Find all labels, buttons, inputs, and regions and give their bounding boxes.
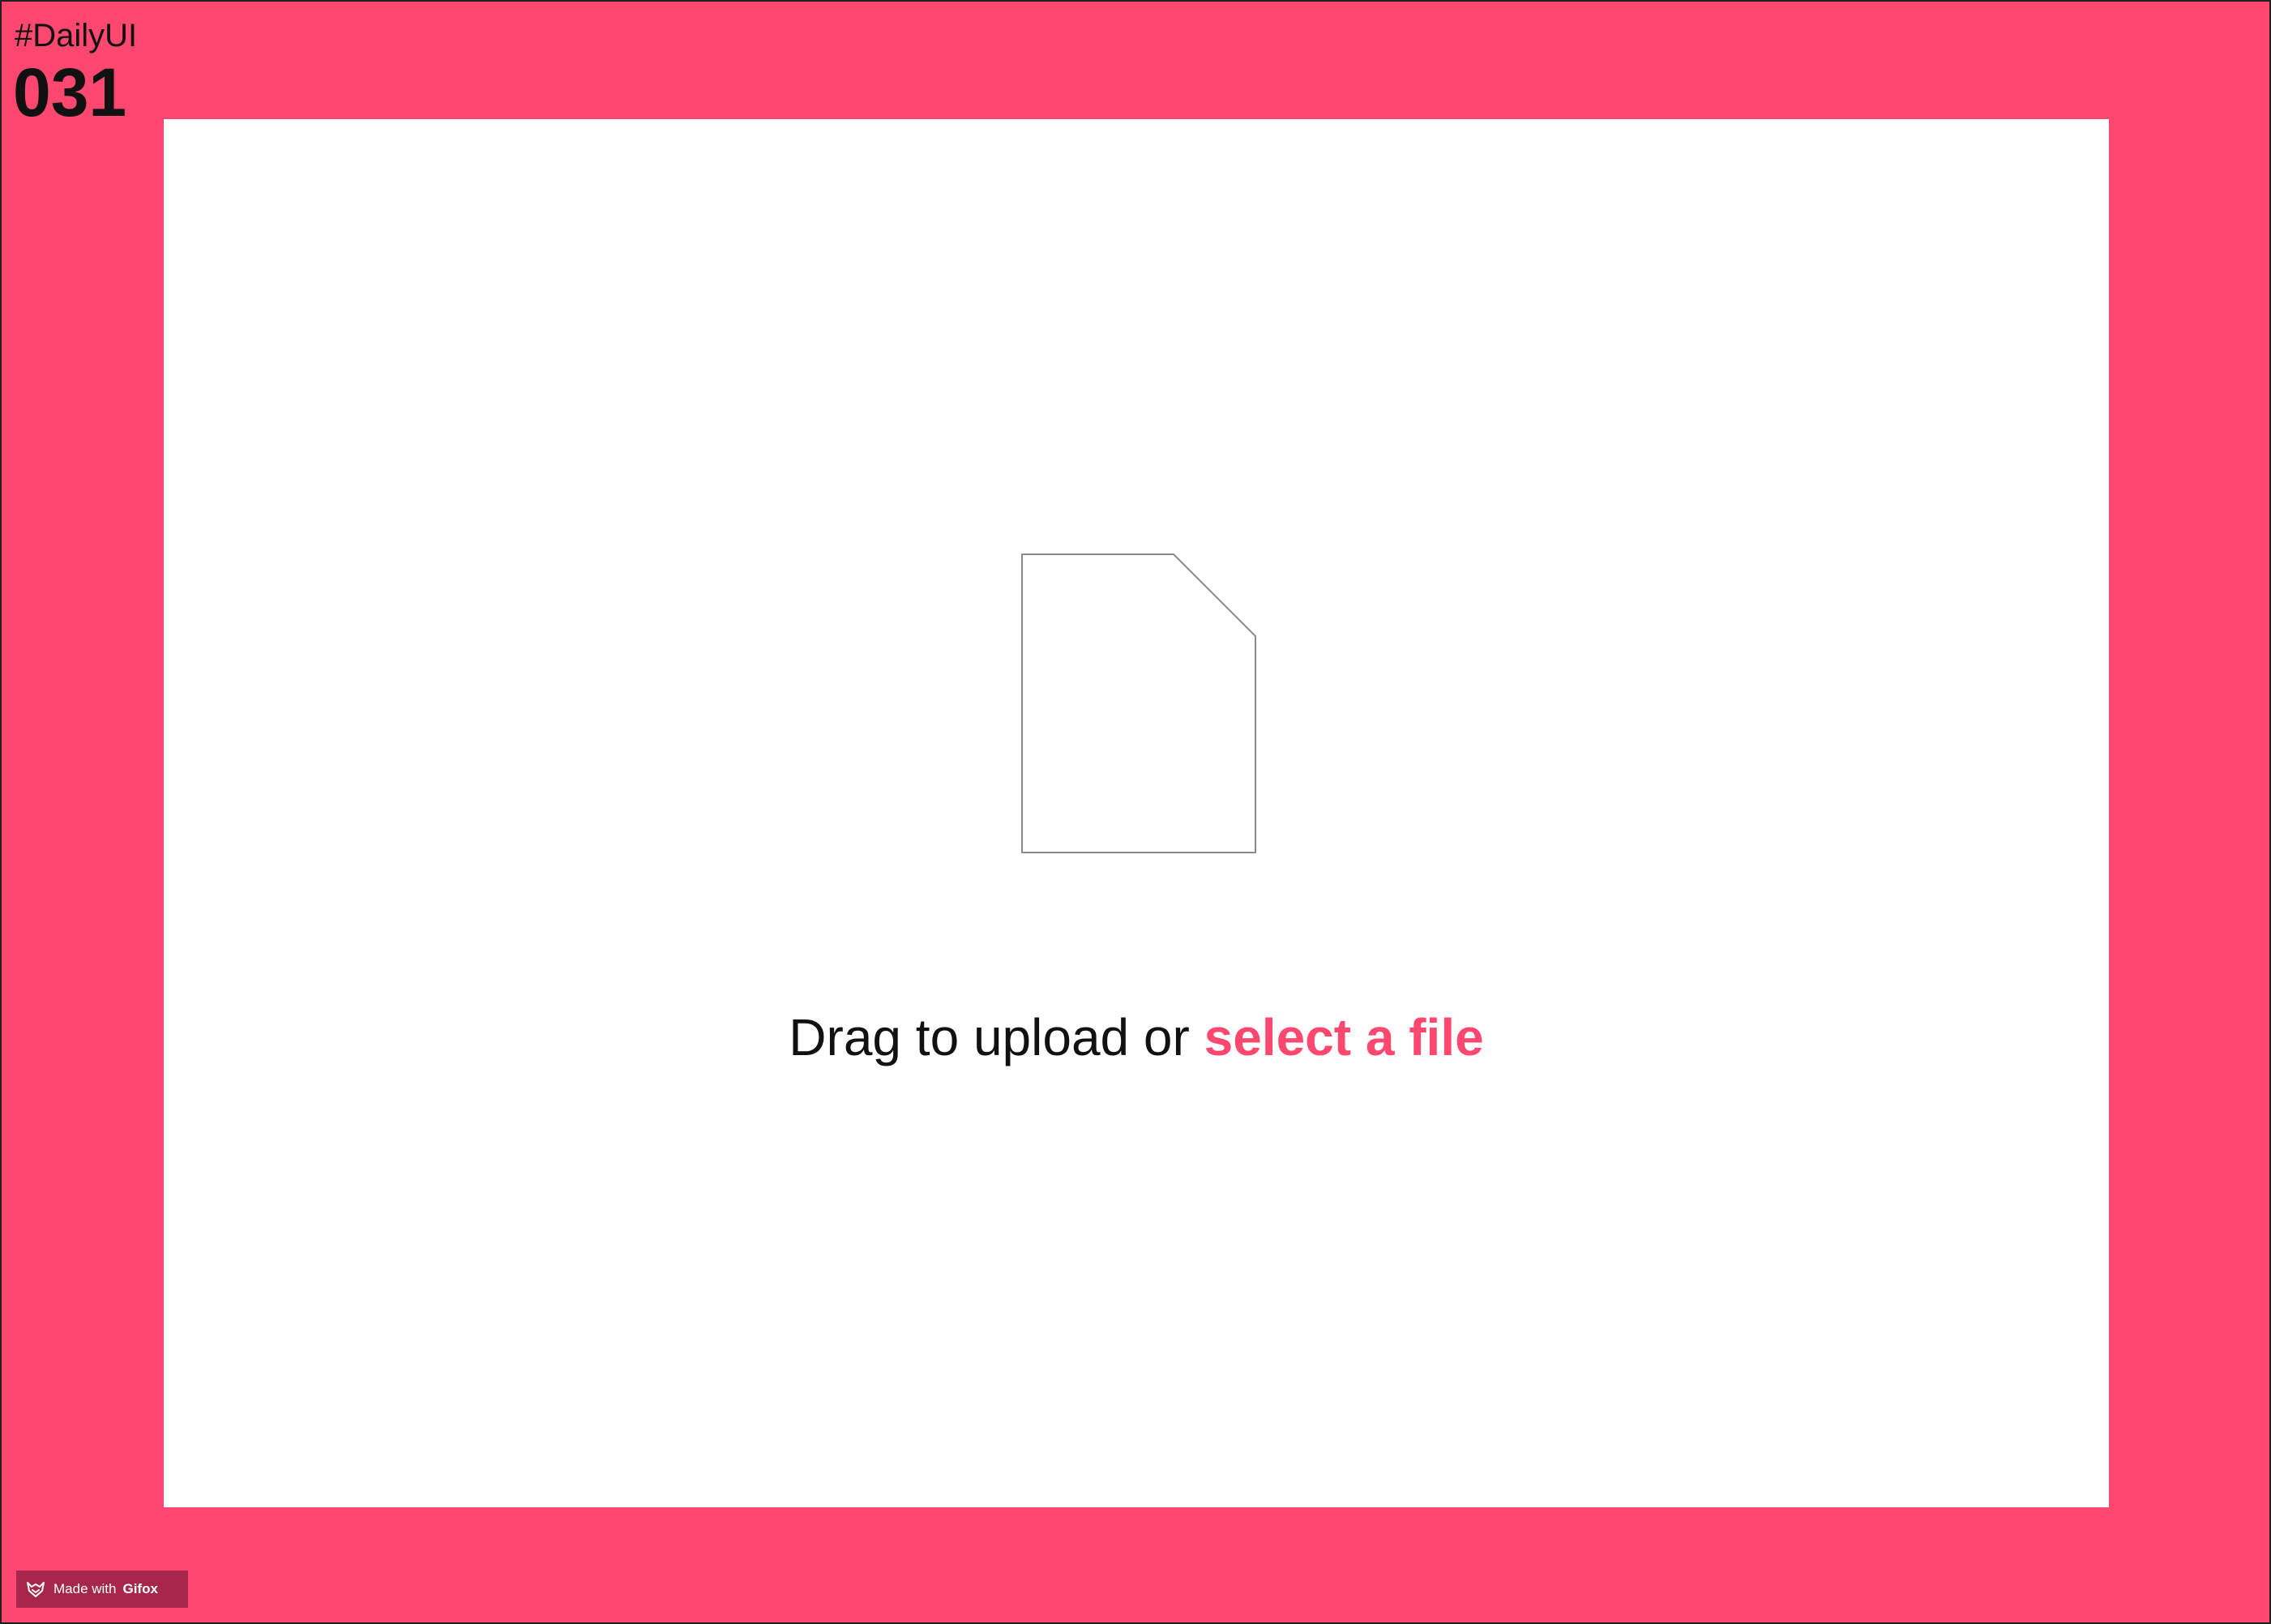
select-file-link[interactable]: select a file [1204, 1008, 1484, 1066]
challenge-number: 031 [13, 54, 127, 130]
made-with-gifox-badge: Made with Gifox [16, 1571, 188, 1608]
watermark-brand: Gifox [122, 1581, 158, 1596]
upload-prefix: Drag to upload or [789, 1008, 1204, 1066]
daily-ui-tag: #DailyUI [15, 18, 138, 53]
upload-instructions: Drag to upload or select a file [164, 1006, 2109, 1068]
app-frame: #DailyUI 031 Drag to upload or select a … [2, 2, 2269, 1622]
watermark-prefix: Made with [53, 1581, 117, 1596]
upload-dropzone[interactable]: Drag to upload or select a file [164, 119, 2109, 1507]
fox-logo-icon [27, 1582, 45, 1597]
file-icon [1021, 553, 1256, 853]
